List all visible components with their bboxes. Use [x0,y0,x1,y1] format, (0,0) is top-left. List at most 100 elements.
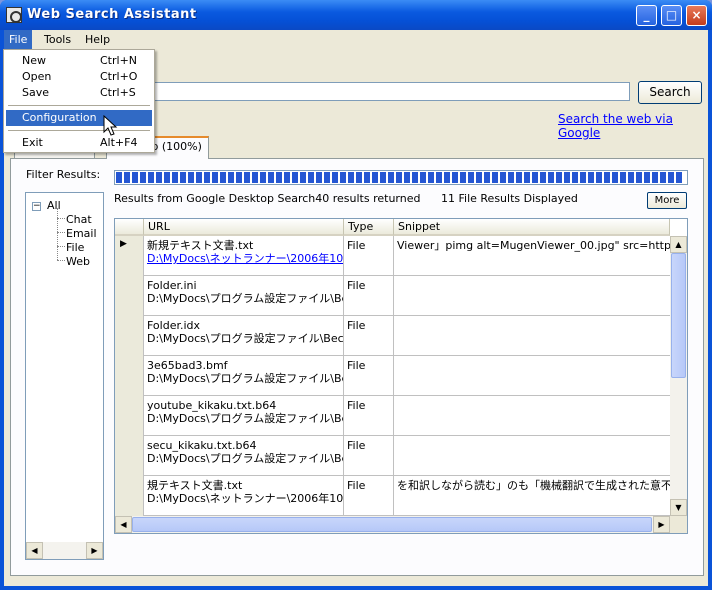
close-button[interactable]: × [686,5,707,26]
app-icon[interactable] [6,7,22,23]
file-name: 新規テキスト文書.txt [147,239,254,252]
results-grid[interactable]: URL Type Snippet ▶ 新規テキスト文書.txt D:\MyDocs\… [114,218,688,534]
window-title: Web Search Assistant [27,7,197,22]
more-button[interactable]: More [647,192,687,209]
row-header[interactable] [115,276,144,316]
search-input[interactable] [154,82,630,101]
vertical-scroll-thumb[interactable] [671,253,686,378]
filter-results-label: Filter Results: [26,168,101,181]
filter-tree[interactable]: − All Chat Email File Web ◀ ▶ [25,192,104,560]
tree-item-file[interactable]: File [66,241,84,254]
progress-segment [452,172,458,183]
url-cell[interactable]: youtube_kikaku.txt.b64 D:\MyDocs\プログラム設定フ… [144,396,344,436]
collapse-icon[interactable]: − [32,202,41,211]
row-header[interactable] [115,316,144,356]
url-cell[interactable]: Folder.idx D:\MyDocs\プログラ設定ファイル\Becky! [144,316,344,356]
snippet-cell [394,396,670,436]
title-bar[interactable]: Web Search Assistant _ □ × [0,0,712,30]
file-path[interactable]: D:\MyDocs\ネットランナー\2006年10月号\超旬ツール\ウェブ掲載済… [147,252,343,265]
menu-item-configuration[interactable]: Configuration [6,110,152,126]
grid-vertical-scrollbar[interactable]: ▲ ▼ [670,236,687,516]
column-header-url[interactable]: URL [144,219,344,236]
search-button[interactable]: Search [638,81,702,104]
url-cell[interactable]: Folder.ini D:\MyDocs\プログラム設定ファイル\Beck [144,276,344,316]
table-row[interactable]: Folder.ini D:\MyDocs\プログラム設定ファイル\Beck File [115,276,670,316]
progress-segment [620,172,626,183]
progress-segment [292,172,298,183]
horizontal-scroll-thumb[interactable] [132,517,652,532]
scroll-right-icon[interactable]: ▶ [86,542,103,559]
progress-segment [140,172,146,183]
menu-item-save[interactable]: Save Ctrl+S [6,85,152,101]
progress-segment [540,172,546,183]
url-cell[interactable]: 規テキスト文書.txt D:\MyDocs\ネットランナー\2006年10月 [144,476,344,516]
row-header[interactable] [115,356,144,396]
tree-item-all[interactable]: All [47,199,61,212]
menu-bar: File Tools Help [4,30,708,49]
scroll-left-icon[interactable]: ◀ [26,542,43,559]
tree-item-email[interactable]: Email [66,227,97,240]
type-cell: File [344,276,394,316]
menu-help[interactable]: Help [80,30,115,49]
minimize-button[interactable]: _ [636,5,657,26]
tree-item-web[interactable]: Web [66,255,90,268]
progress-segment [372,172,378,183]
tree-horizontal-scrollbar[interactable]: ◀ ▶ [26,542,103,559]
file-path: D:\MyDocs\プログラム設定ファイル\Beck [147,412,344,425]
progress-segment [180,172,186,183]
menu-file[interactable]: File [4,30,33,49]
file-path: D:\MyDocs\プログラム設定ファイル\Beck [147,372,344,385]
file-path: D:\MyDocs\プログラム設定ファイル\Beck [147,452,344,465]
menu-item-new[interactable]: New Ctrl+N [6,53,152,69]
search-progress-bar [114,170,688,185]
row-header[interactable] [115,476,144,516]
column-header-snippet[interactable]: Snippet [394,219,670,236]
menu-item-open[interactable]: Open Ctrl+O [6,69,152,85]
table-row[interactable]: 規テキスト文書.txt D:\MyDocs\ネットランナー\2006年10月 Fil… [115,476,670,516]
row-header[interactable] [115,396,144,436]
progress-segment [164,172,170,183]
progress-segment [532,172,538,183]
table-row[interactable]: ▶ 新規テキスト文書.txtD:\MyDocs\ネットランナー\2006年10月号… [115,236,670,276]
url-cell[interactable]: secu_kikaku.txt.b64 D:\MyDocs\プログラム設定ファイル… [144,436,344,476]
scroll-up-icon[interactable]: ▲ [670,236,687,253]
progress-segment [676,172,682,183]
url-cell[interactable]: 3e65bad3.bmf D:\MyDocs\プログラム設定ファイル\Beck [144,356,344,396]
row-header[interactable] [115,436,144,476]
progress-segment [412,172,418,183]
tree-connector [57,218,65,219]
progress-segment [460,172,466,183]
progress-segment [396,172,402,183]
progress-segment [388,172,394,183]
table-row[interactable]: 3e65bad3.bmf D:\MyDocs\プログラム設定ファイル\Beck Fi… [115,356,670,396]
maximize-button[interactable]: □ [661,5,682,26]
url-cell[interactable]: 新規テキスト文書.txtD:\MyDocs\ネットランナー\2006年10月号\… [144,236,344,276]
type-cell: File [344,476,394,516]
table-row[interactable]: secu_kikaku.txt.b64 D:\MyDocs\プログラム設定ファイル… [115,436,670,476]
row-header[interactable]: ▶ [115,236,144,276]
progress-segment [404,172,410,183]
app-window: Web Search Assistant _ □ × File Tools He… [0,0,712,590]
tree-connector [57,246,65,247]
table-row[interactable]: youtube_kikaku.txt.b64 D:\MyDocs\プログラム設定フ… [115,396,670,436]
menu-tools[interactable]: Tools [39,30,76,49]
type-cell: File [344,396,394,436]
scroll-right-icon[interactable]: ▶ [653,516,670,533]
tree-item-chat[interactable]: Chat [66,213,92,226]
scroll-left-icon[interactable]: ◀ [115,516,132,533]
progress-segment [484,172,490,183]
file-menu-dropdown: New Ctrl+N Open Ctrl+O Save Ctrl+S Configur… [3,49,155,153]
progress-segment [228,172,234,183]
snippet-cell [394,316,670,356]
menu-item-exit[interactable]: Exit Alt+F4 [6,135,152,151]
table-row[interactable]: Folder.idx D:\MyDocs\プログラ設定ファイル\Becky! Fil… [115,316,670,356]
progress-segment [332,172,338,183]
grid-horizontal-scrollbar[interactable]: ◀ ▶ [115,516,670,533]
column-header-type[interactable]: Type [344,219,394,236]
menu-item-label: Configuration [22,111,97,124]
progress-segment [196,172,202,183]
scroll-down-icon[interactable]: ▼ [670,499,687,516]
progress-segment [284,172,290,183]
progress-segment [652,172,658,183]
progress-segment [492,172,498,183]
